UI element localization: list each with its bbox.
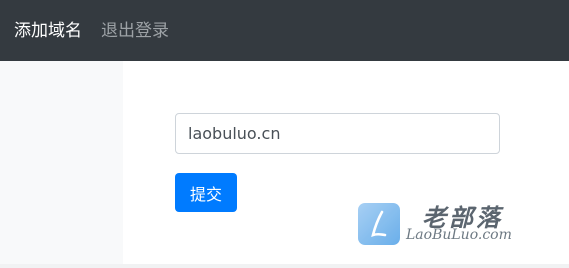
bottom-divider bbox=[0, 264, 569, 268]
watermark: 老部落 LaoBuLuo.com bbox=[358, 198, 558, 250]
domain-input[interactable] bbox=[175, 113, 500, 154]
sidebar bbox=[0, 61, 123, 264]
watermark-logo-icon bbox=[358, 203, 400, 245]
nav-brand-add-domain[interactable]: 添加域名 bbox=[14, 19, 82, 43]
watermark-english-text: LaoBuLuo.com bbox=[406, 227, 512, 243]
submit-button[interactable]: 提交 bbox=[175, 173, 237, 212]
nav-link-logout[interactable]: 退出登录 bbox=[101, 19, 169, 43]
top-navbar: 添加域名 退出登录 bbox=[0, 0, 569, 61]
